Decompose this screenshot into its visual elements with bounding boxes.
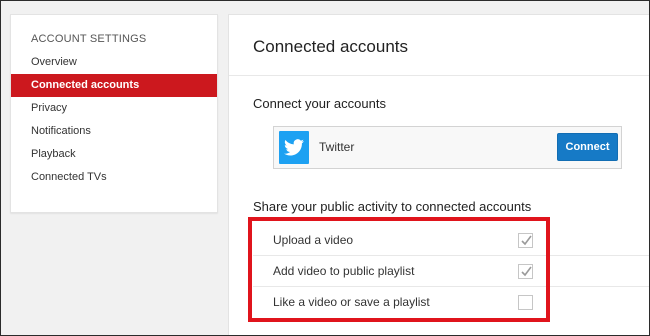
checkmark-icon	[521, 266, 532, 277]
share-section-title: Share your public activity to connected …	[253, 199, 532, 214]
share-options-list: Upload a video Add video to public playl…	[253, 225, 650, 318]
title-divider	[229, 75, 650, 76]
upload-video-checkbox[interactable]	[518, 233, 533, 248]
share-option-row: Upload a video	[253, 225, 650, 256]
sidebar-item-overview[interactable]: Overview	[11, 51, 217, 74]
add-to-playlist-checkbox[interactable]	[518, 264, 533, 279]
share-option-label: Add video to public playlist	[273, 264, 415, 278]
twitter-connect-box: Twitter Connect	[273, 126, 622, 169]
checkmark-icon	[521, 235, 532, 246]
settings-sidebar: ACCOUNT SETTINGS Overview Connected acco…	[10, 14, 218, 213]
page-title: Connected accounts	[253, 37, 408, 56]
sidebar-item-notifications[interactable]: Notifications	[11, 120, 217, 143]
sidebar-item-privacy[interactable]: Privacy	[11, 97, 217, 120]
sidebar-item-connected-tvs[interactable]: Connected TVs	[11, 166, 217, 189]
connect-section-title: Connect your accounts	[253, 96, 386, 111]
sidebar-item-connected-accounts[interactable]: Connected accounts	[11, 74, 217, 97]
main-panel: Connected accounts Connect your accounts…	[228, 14, 650, 336]
share-option-row: Like a video or save a playlist	[253, 287, 650, 318]
sidebar-nav: Overview Connected accounts Privacy Noti…	[11, 51, 217, 189]
share-option-label: Upload a video	[273, 233, 354, 247]
like-or-save-checkbox[interactable]	[518, 295, 533, 310]
twitter-bird-icon	[279, 131, 309, 164]
sidebar-heading: ACCOUNT SETTINGS	[31, 33, 147, 45]
twitter-connect-button[interactable]: Connect	[557, 133, 618, 161]
twitter-service-name: Twitter	[319, 140, 355, 154]
share-option-row: Add video to public playlist	[253, 256, 650, 287]
sidebar-item-playback[interactable]: Playback	[11, 143, 217, 166]
share-option-label: Like a video or save a playlist	[273, 295, 430, 309]
